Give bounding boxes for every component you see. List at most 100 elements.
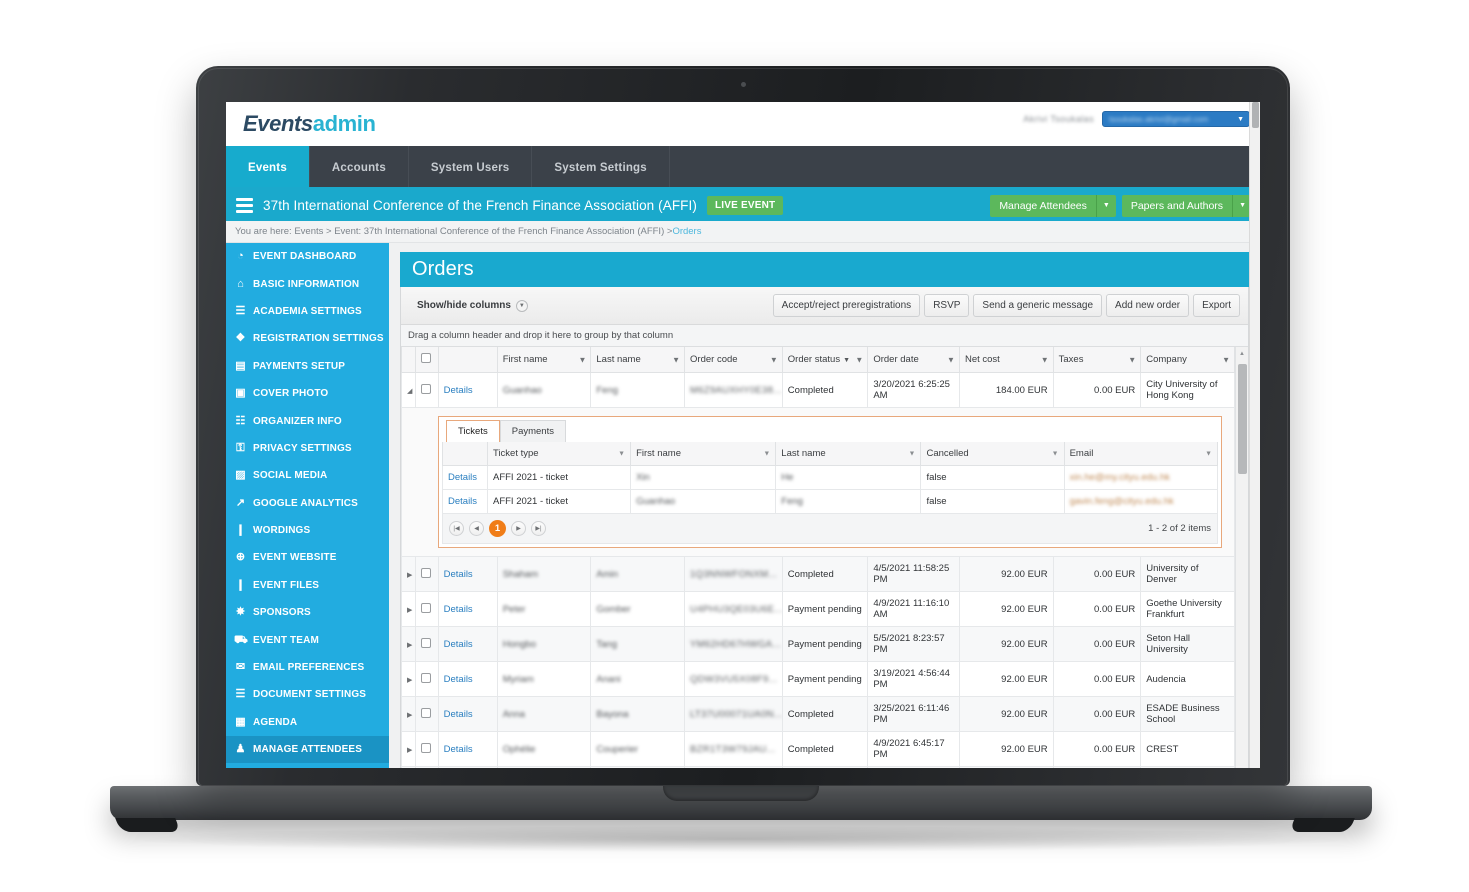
row-expand-toggle[interactable]: ◢ [401, 372, 417, 408]
details-link-cell[interactable]: Details [437, 556, 498, 592]
filter-icon[interactable]: ▼ [1222, 355, 1230, 364]
export-button[interactable]: Export [1193, 294, 1240, 317]
details-link-cell[interactable]: Details [437, 591, 498, 627]
sidebar-item-document-settings[interactable]: ☰ DOCUMENT SETTINGS [226, 681, 389, 708]
row-expand-toggle[interactable]: ▶ [401, 556, 417, 592]
sidebar-item-event-files[interactable]: ❙ EVENT FILES [226, 572, 389, 599]
details-link[interactable]: Details [444, 709, 473, 720]
detail-table-row[interactable]: Details AFFI 2021 - ticket Xin He false xin.h… [442, 465, 1219, 490]
details-link-cell[interactable]: Details [437, 696, 498, 732]
grid-vertical-scrollbar[interactable]: ▲ ▼ [1235, 347, 1248, 768]
header-taxes[interactable]: Taxes ▼ [1052, 347, 1142, 373]
detail-details-link[interactable]: Details [448, 496, 477, 507]
chevron-down-icon[interactable]: ▼ [1052, 450, 1059, 457]
header-order-date[interactable]: Order date ▼ [867, 347, 960, 373]
filter-icon[interactable]: ▼ [770, 355, 778, 364]
chevron-right-icon[interactable]: ▶ [407, 642, 412, 649]
details-link-cell[interactable]: Details [437, 766, 498, 768]
sidebar-item-social-media[interactable]: ▨ SOCIAL MEDIA [226, 462, 389, 489]
hamburger-menu-icon[interactable] [236, 198, 253, 213]
table-row[interactable]: ▶ Details Myriam Anani QDW3VU5X08F9... Paymen… [401, 661, 1235, 697]
details-link[interactable]: Details [444, 674, 473, 685]
sidebar-item-event-team[interactable]: ⛟ EVENT TEAM [226, 626, 389, 653]
details-link[interactable]: Details [444, 569, 473, 580]
details-link-cell[interactable]: Details [437, 372, 498, 408]
row-checkbox[interactable] [415, 731, 439, 767]
row-expand-toggle[interactable]: ▶ [401, 661, 417, 697]
checkbox-icon[interactable] [421, 742, 432, 753]
add-new-order-button[interactable]: Add new order [1106, 294, 1190, 317]
page-scrollbar[interactable] [1249, 102, 1260, 768]
papers-and-authors-button[interactable]: Papers and Authors [1121, 194, 1233, 217]
sidebar-item-wordings[interactable]: ❙ WORDINGS [226, 517, 389, 544]
tab-tickets[interactable]: Tickets [446, 420, 500, 442]
header-company[interactable]: Company ▼ [1140, 347, 1235, 373]
table-row[interactable]: ▶ DetailsGillesDE TRUCHISRN1T8Z3EGGUB...C… [401, 766, 1235, 768]
table-row[interactable]: ▶ Details Hongbo Tang YM62HD67HWGA... Payment… [401, 626, 1235, 662]
checkbox-icon[interactable] [421, 672, 432, 683]
row-checkbox[interactable] [415, 591, 439, 627]
details-link[interactable]: Details [444, 744, 473, 755]
sidebar-item-registration-settings[interactable]: ❖ REGISTRATION SETTINGS [226, 325, 389, 352]
checkbox-icon[interactable] [421, 353, 432, 363]
filter-icon[interactable]: ▼ [1041, 355, 1049, 364]
send-generic-message-button[interactable]: Send a generic message [973, 294, 1103, 317]
sidebar-item-manage-attendees[interactable]: ♟ MANAGE ATTENDEES [226, 736, 389, 764]
tab-system-settings[interactable]: System Settings [532, 146, 670, 190]
accept-reject-preregistrations-button[interactable]: Accept/reject preregistrations [772, 294, 921, 317]
row-expand-toggle[interactable]: ▶ [401, 766, 417, 768]
detail-table-row[interactable]: Details AFFI 2021 - ticket Guanhao Feng fals… [442, 489, 1219, 514]
filter-icon[interactable]: ▼ [1128, 355, 1136, 364]
chevron-right-icon[interactable]: ▶ [407, 607, 412, 614]
filter-icon[interactable]: ▼ [855, 355, 863, 364]
sidebar-item-sponsors[interactable]: ✸ SPONSORS [226, 599, 389, 626]
sidebar-item-payments-setup[interactable]: ▤ PAYMENTS SETUP [226, 353, 389, 380]
first-page-icon[interactable]: |◀ [449, 521, 464, 536]
details-link[interactable]: Details [444, 385, 473, 396]
previous-page-icon[interactable]: ◀ [469, 521, 484, 536]
checkbox-icon[interactable] [421, 383, 432, 394]
row-checkbox[interactable] [415, 661, 439, 697]
chevron-right-icon[interactable]: ▶ [407, 747, 412, 754]
sidebar-item-agenda[interactable]: ▦ AGENDA [226, 709, 389, 736]
row-checkbox[interactable] [415, 372, 439, 408]
chevron-right-icon[interactable]: ▶ [407, 572, 412, 579]
header-last-name[interactable]: Last name ▼ [590, 347, 686, 373]
tab-events[interactable]: Events [226, 146, 310, 190]
header-order-code[interactable]: Order code ▼ [684, 347, 783, 373]
detail-header-cancelled[interactable]: Cancelled ▼ [920, 442, 1065, 466]
filter-icon[interactable]: ▼ [672, 355, 680, 364]
chevron-right-icon[interactable]: ▶ [407, 677, 412, 684]
table-row[interactable]: ▶ Details Shaham Amin 1Q3NNWFONXM... Complete… [401, 556, 1235, 592]
chevron-down-icon[interactable]: ◢ [407, 388, 412, 395]
sidebar-item-event-website[interactable]: ⊕ EVENT WEBSITE [226, 544, 389, 571]
sidebar-item-basic-information[interactable]: ⌂ BASIC INFORMATION [226, 270, 389, 297]
detail-details-link[interactable]: Details [448, 472, 477, 483]
checkbox-icon[interactable] [421, 602, 432, 613]
tab-payments[interactable]: Payments [499, 420, 566, 442]
rsvp-button[interactable]: RSVP [924, 294, 970, 317]
row-checkbox[interactable] [415, 556, 439, 592]
details-link-cell[interactable]: Details [437, 731, 498, 767]
details-link-cell[interactable]: Details [437, 661, 498, 697]
details-link[interactable]: Details [444, 639, 473, 650]
row-checkbox[interactable] [415, 696, 439, 732]
breadcrumb-current[interactable]: Orders [672, 226, 701, 237]
account-selector[interactable]: tsoukalas.akrivi@gmail.com ▼ [1102, 111, 1250, 127]
detail-details-link-cell[interactable]: Details [442, 465, 488, 490]
detail-header-last-name[interactable]: Last name ▼ [775, 442, 922, 466]
manage-attendees-dropdown-icon[interactable]: ▼ [1095, 194, 1116, 217]
detail-header-first-name[interactable]: First name ▼ [630, 442, 777, 466]
last-page-icon[interactable]: ▶| [531, 521, 546, 536]
header-net-cost[interactable]: Net cost ▼ [958, 347, 1054, 373]
sidebar-item-event-dashboard[interactable]: ◔ EVENT DASHBOARD [226, 243, 389, 270]
next-page-icon[interactable]: ▶ [511, 521, 526, 536]
row-checkbox[interactable] [415, 626, 439, 662]
detail-details-link-cell[interactable]: Details [442, 489, 488, 514]
app-logo[interactable]: Eventsadmin [243, 111, 376, 137]
tab-system-users[interactable]: System Users [409, 146, 533, 190]
sidebar-item-cover-photo[interactable]: ▣ COVER PHOTO [226, 380, 389, 407]
chevron-down-icon[interactable]: ▼ [1205, 450, 1212, 457]
manage-attendees-button[interactable]: Manage Attendees [990, 194, 1096, 217]
row-checkbox[interactable] [415, 766, 439, 768]
